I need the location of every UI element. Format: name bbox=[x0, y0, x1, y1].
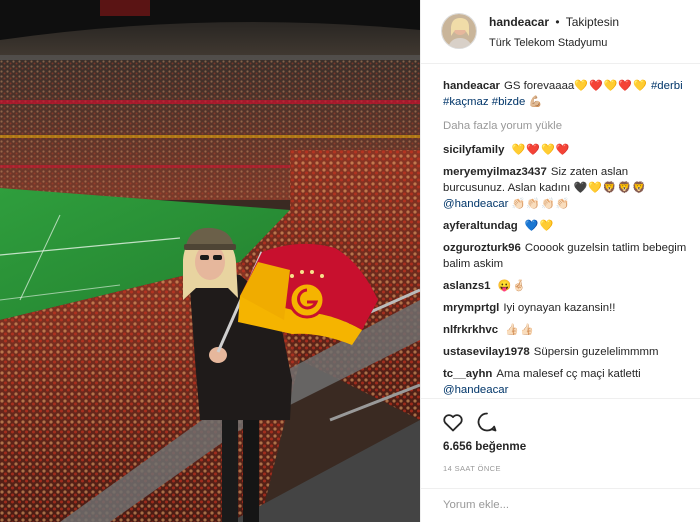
hashtag-derbi[interactable]: #derbi bbox=[651, 80, 683, 92]
location-link[interactable]: Türk Telekom Stadyumu bbox=[489, 37, 607, 49]
comment-username[interactable]: ozgurozturk96 bbox=[443, 242, 521, 254]
like-count[interactable]: 6.656 beğenme bbox=[443, 440, 526, 453]
comment-username[interactable]: aslanzs1 bbox=[443, 280, 491, 292]
comment-username[interactable]: meryemyilmaz3437 bbox=[443, 166, 547, 178]
post-header: handeacar • Takiptesin Türk Telekom Stad… bbox=[421, 0, 700, 64]
comment-emoji: 💛❤️💛❤️ bbox=[511, 144, 571, 156]
post-actions: 6.656 beğenme 14 SAAT ÖNCE bbox=[421, 398, 700, 488]
header-separator: • bbox=[555, 15, 560, 29]
comment-username[interactable]: sicilyfamily bbox=[443, 144, 504, 156]
post-timestamp: 14 SAAT ÖNCE bbox=[443, 464, 501, 473]
heart-icon[interactable] bbox=[441, 410, 465, 434]
avatar[interactable] bbox=[441, 13, 477, 49]
add-comment-bar[interactable]: Yorum ekle... bbox=[421, 488, 700, 522]
stadium-photo-image bbox=[0, 0, 420, 522]
list-item: meryemyilmaz3437 Siz zaten aslan burcusun… bbox=[443, 164, 693, 212]
list-item: aslanzs1 😛🤞🏻 bbox=[443, 278, 693, 294]
load-more-comments-button[interactable]: Daha fazla yorum yükle bbox=[443, 120, 693, 132]
hashtag-bizde[interactable]: #bizde bbox=[492, 96, 526, 108]
avatar-image bbox=[442, 14, 476, 48]
comment-mention-emoji: 👏🏻👏🏻👏🏻👏🏻 bbox=[511, 198, 571, 210]
comments-list: handeacar GS forevaaaa💛❤️💛❤️💛 #derbi #kaç… bbox=[443, 78, 693, 398]
like-count-label: beğenme bbox=[475, 440, 527, 453]
list-item: ayferaltundag 💙💛 bbox=[443, 218, 693, 234]
comment-mention[interactable]: @handeacar bbox=[443, 384, 508, 396]
comment-username[interactable]: ayferaltundag bbox=[443, 220, 518, 232]
list-item: sicilyfamily 💛❤️💛❤️ bbox=[443, 142, 693, 158]
comment-emoji: 💙💛 bbox=[524, 220, 555, 232]
caption-text: GS forevaaaa bbox=[503, 80, 575, 92]
caption-trailing-emoji: 💪🏼 bbox=[528, 96, 544, 108]
comment-mention[interactable]: @handeacar bbox=[443, 198, 508, 210]
post-photo[interactable] bbox=[0, 0, 420, 522]
header-title: handeacar • Takiptesin bbox=[489, 15, 619, 29]
like-count-number: 6.656 bbox=[443, 440, 473, 453]
comment-text: Iyi oynayan kazansin!! bbox=[503, 302, 616, 314]
following-status-button[interactable]: Takiptesin bbox=[566, 15, 619, 29]
comment-username[interactable]: ustasevilay1978 bbox=[443, 346, 530, 358]
comment-input[interactable]: Yorum ekle... bbox=[443, 499, 509, 511]
list-item: ustasevilay1978 Süpersin guzelelimmmm bbox=[443, 344, 693, 360]
list-item: mrymprtgl Iyi oynayan kazansin!! bbox=[443, 300, 693, 316]
comment-emoji: 😛🤞🏻 bbox=[497, 280, 528, 292]
comment-text: Ama malesef cç maçi katletti bbox=[496, 368, 641, 380]
comment-username[interactable]: tc__ayhn bbox=[443, 368, 492, 380]
comment-emoji: 🖤💛🦁🦁🦁 bbox=[573, 182, 647, 194]
list-item: nlfrkrkhvc 👍🏻👍🏻 bbox=[443, 322, 693, 338]
comment-bubble-icon[interactable] bbox=[475, 410, 499, 434]
comment-username[interactable]: mrymprtgl bbox=[443, 302, 499, 314]
post-side-panel: handeacar • Takiptesin Türk Telekom Stad… bbox=[420, 0, 700, 522]
comment-username[interactable]: nlfrkrkhvc bbox=[443, 324, 498, 336]
header-username[interactable]: handeacar bbox=[489, 15, 549, 29]
hashtag-kacmaz[interactable]: #kaçmaz bbox=[443, 96, 489, 108]
caption-emoji: 💛❤️💛❤️💛 bbox=[574, 80, 648, 92]
list-item: ozgurozturk96 Cooook guzelsin tatlim bebe… bbox=[443, 240, 693, 272]
list-item: tc__ayhn Ama malesef cç maçi katletti @ha… bbox=[443, 366, 693, 398]
caption-username[interactable]: handeacar bbox=[443, 80, 500, 92]
comment-emoji: 👍🏻👍🏻 bbox=[505, 324, 535, 336]
caption: handeacar GS forevaaaa💛❤️💛❤️💛 #derbi #kaç… bbox=[443, 78, 693, 110]
comment-text: Süpersin guzelelimmmm bbox=[533, 346, 659, 358]
